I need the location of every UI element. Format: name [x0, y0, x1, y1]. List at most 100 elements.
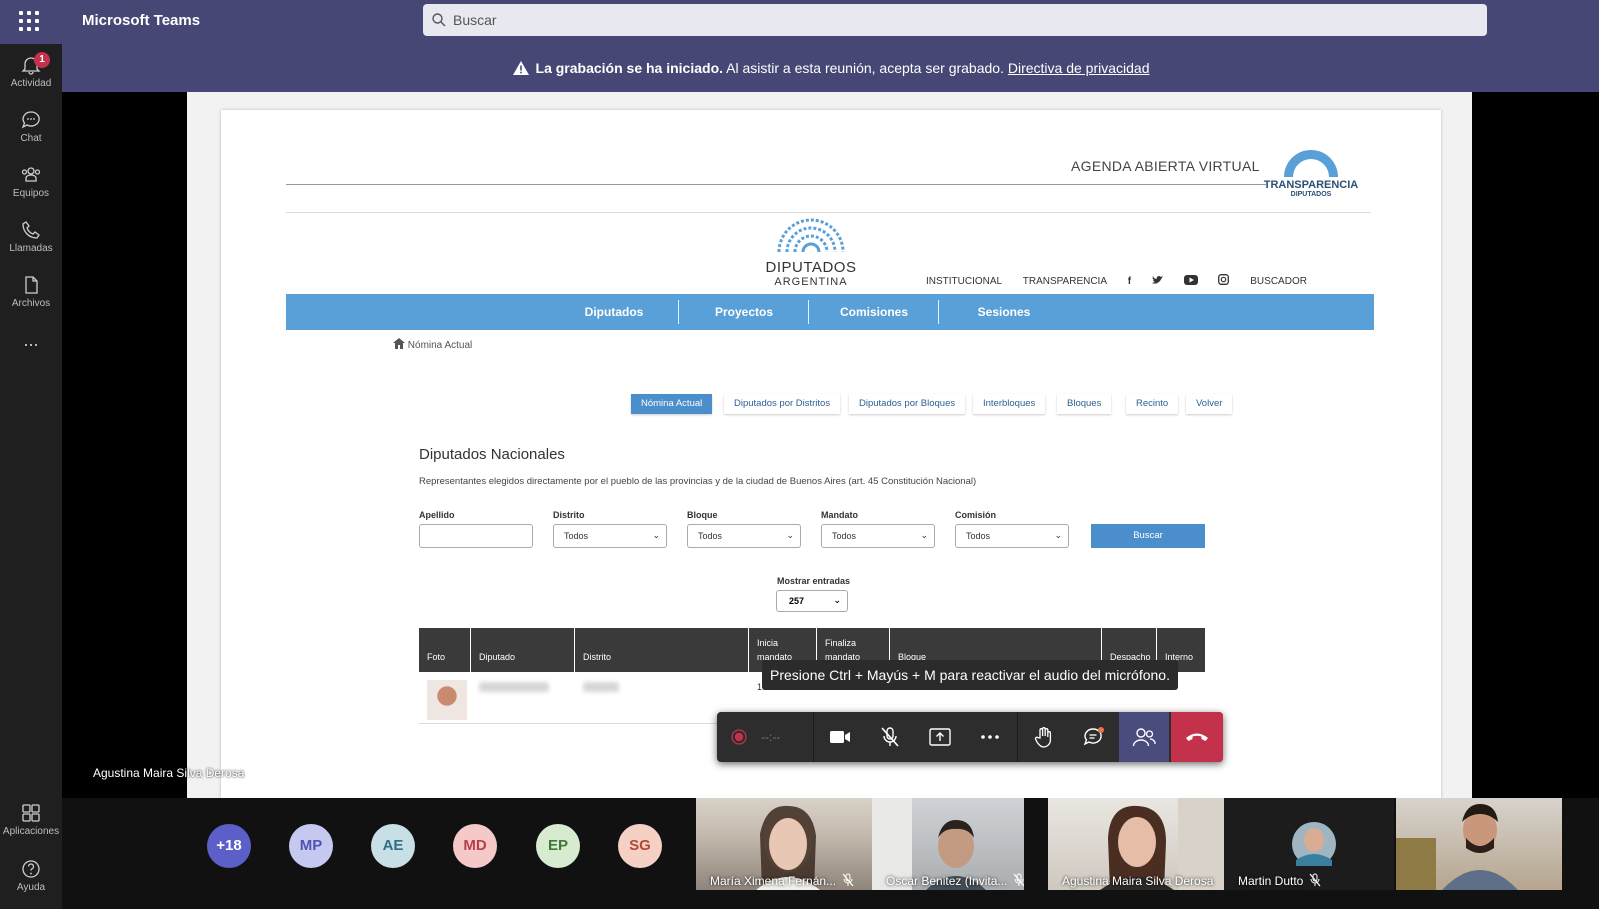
nav-comisiones[interactable]: Comisiones [808, 294, 940, 330]
chat-button[interactable] [1069, 712, 1119, 762]
avatar[interactable]: EP [536, 824, 580, 868]
meeting-stage: La grabación se ha iniciado. Al asistir … [62, 44, 1599, 909]
share-screen-button[interactable] [915, 712, 965, 762]
facebook-icon[interactable]: f [1128, 276, 1131, 287]
bloque-select[interactable]: Todos ⌄ [687, 524, 801, 548]
apellido-label: Apellido [419, 510, 455, 520]
hang-up-button[interactable] [1171, 712, 1223, 762]
raise-hand-button[interactable] [1019, 712, 1069, 762]
col-foto[interactable]: Foto [419, 628, 471, 672]
rail-item-llamadas[interactable]: Llamadas [0, 213, 62, 265]
comision-label: Comisión [955, 510, 997, 520]
rail-label: Archivos [11, 298, 51, 309]
video-tile[interactable] [1396, 798, 1562, 890]
unmute-toast: Presione Ctrl + Mayús + M para reactivar… [762, 660, 1178, 690]
video-tile[interactable]: Oscar Benitez (Invita... [872, 798, 1024, 890]
nav-proyectos[interactable]: Proyectos [678, 294, 810, 330]
breadcrumb: Nómina Actual [393, 338, 472, 351]
agenda-heading: AGENDA ABIERTA VIRTUAL [1071, 158, 1260, 174]
rail-item-chat[interactable]: Chat [0, 103, 62, 155]
panel-title: Diputados Nacionales [419, 446, 565, 463]
twitter-icon[interactable] [1151, 275, 1163, 285]
video-tile[interactable]: Agustina Maira Silva Derosa [1048, 798, 1224, 890]
phone-icon [22, 221, 40, 239]
col-diputado[interactable]: Diputado [471, 628, 575, 672]
home-icon[interactable] [393, 338, 405, 349]
overflow-participants[interactable]: +18 [207, 824, 251, 868]
main-nav: Diputados Proyectos Comisiones Sesiones [286, 294, 1374, 330]
activity-badge: 1 [34, 52, 50, 68]
rail-label: Aplicaciones [2, 826, 60, 837]
bloque-label: Bloque [687, 510, 718, 520]
nav-transparencia[interactable]: TRANSPARENCIA [1023, 276, 1107, 287]
divider [286, 184, 1266, 185]
nav-institucional[interactable]: INSTITUCIONAL [926, 276, 1002, 287]
recording-indicator: --:-- [717, 712, 813, 762]
diputado-photo [427, 680, 467, 720]
mic-off-icon [1013, 873, 1024, 887]
blurred-name [479, 682, 549, 692]
distrito-label: Distrito [553, 510, 585, 520]
camera-button[interactable] [815, 712, 865, 762]
rail-item-ayuda[interactable]: Ayuda [0, 852, 62, 904]
instagram-icon[interactable] [1218, 274, 1230, 285]
rail-item-equipos[interactable]: Equipos [0, 158, 62, 210]
recording-title: La grabación se ha iniciado. [535, 60, 724, 76]
app-launcher-icon[interactable] [17, 9, 41, 33]
mostrar-label: Mostrar entradas [777, 576, 851, 586]
tab-diputados-por-bloques[interactable]: Diputados por Bloques [849, 394, 966, 414]
rail-label: Ayuda [16, 882, 46, 893]
shared-webpage: AGENDA ABIERTA VIRTUAL TRANSPARENCIA DIP… [221, 110, 1441, 810]
tab-interbloques[interactable]: Interbloques [973, 394, 1046, 414]
camera-icon [830, 731, 850, 743]
tab-diputados-por-distritos[interactable]: Diputados por Distritos [724, 394, 841, 414]
nav-buscador[interactable]: BUSCADOR [1250, 276, 1307, 287]
youtube-icon[interactable] [1183, 275, 1198, 285]
participant-name: María Ximena Fernán... [710, 874, 837, 888]
mic-off-icon [881, 727, 899, 747]
nav-sesiones[interactable]: Sesiones [938, 294, 1070, 330]
call-controls: --:-- [717, 712, 1223, 762]
tab-bloques[interactable]: Bloques [1057, 394, 1112, 414]
rail-item-actividad[interactable]: 1 Actividad [0, 48, 62, 100]
tab-recinto[interactable]: Recinto [1126, 394, 1179, 414]
participant-gallery: +18 MP AE MD EP SG María Ximena Fernán..… [62, 798, 1599, 909]
col-distrito[interactable]: Distrito [575, 628, 749, 672]
more-actions-button[interactable] [965, 712, 1015, 762]
nav-diputados[interactable]: Diputados [548, 294, 680, 330]
chat-icon [21, 111, 40, 129]
chevron-down-icon: ⌄ [786, 530, 794, 540]
participants-button[interactable] [1119, 712, 1169, 762]
avatar[interactable]: MP [289, 824, 333, 868]
mandato-select[interactable]: Todos ⌄ [821, 524, 935, 548]
transparencia-logo: TRANSPARENCIA DIPUTADOS [1261, 150, 1361, 198]
tab-nomina-actual[interactable]: Nómina Actual [631, 394, 713, 414]
panel-description: Representantes elegidos directamente por… [419, 476, 977, 487]
privacy-link[interactable]: Directiva de privacidad [1008, 60, 1150, 76]
more-apps-button[interactable]: ... [0, 330, 62, 382]
app-rail: 1 Actividad Chat Equipos Llamadas Archiv… [0, 44, 62, 909]
meeting-chat-icon [1083, 727, 1104, 746]
apps-icon [22, 804, 40, 822]
distrito-select[interactable]: Todos ⌄ [553, 524, 667, 548]
search-input[interactable]: Buscar [423, 4, 1487, 36]
avatar[interactable]: AE [371, 824, 415, 868]
rail-label: Chat [20, 133, 42, 144]
mic-button[interactable] [865, 712, 915, 762]
recording-banner: La grabación se ha iniciado. Al asistir … [62, 44, 1599, 92]
apellido-input[interactable] [419, 524, 533, 548]
top-nav: INSTITUCIONAL TRANSPARENCIA f BUSCADOR [926, 274, 1325, 287]
video-tile[interactable]: Martin Dutto [1224, 798, 1394, 890]
participant-name: Agustina Maira Silva Derosa [1062, 874, 1214, 888]
buscar-button[interactable]: Buscar [1091, 524, 1205, 548]
comision-select[interactable]: Todos ⌄ [955, 524, 1069, 548]
mostrar-select[interactable]: 257 ⌄ [776, 590, 848, 612]
avatar[interactable]: SG [618, 824, 662, 868]
video-tile[interactable]: María Ximena Fernán... [696, 798, 872, 890]
rail-item-aplicaciones[interactable]: Aplicaciones [0, 796, 62, 848]
tab-volver[interactable]: Volver [1186, 394, 1233, 414]
rail-item-archivos[interactable]: Archivos [0, 268, 62, 320]
rail-label: Actividad [10, 78, 52, 89]
chevron-down-icon: ⌄ [652, 530, 660, 540]
avatar[interactable]: MD [453, 824, 497, 868]
